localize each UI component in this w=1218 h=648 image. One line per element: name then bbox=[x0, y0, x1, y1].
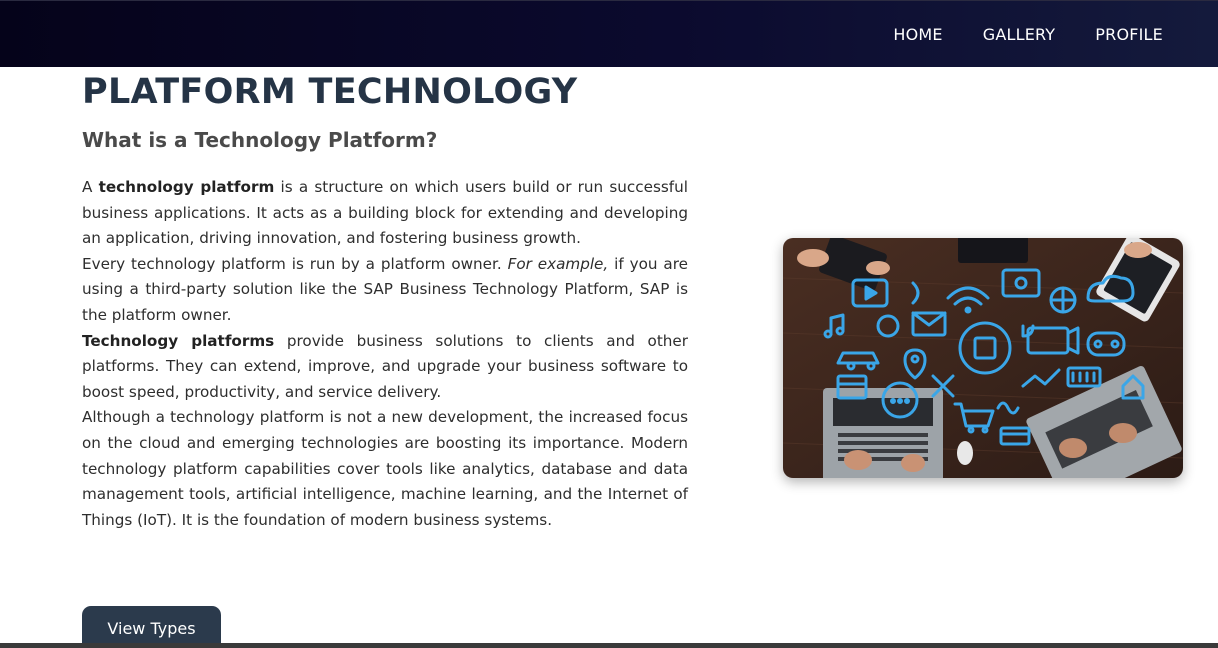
view-types-button[interactable]: View Types bbox=[82, 606, 221, 648]
paragraph-intro-lead: A bbox=[82, 178, 99, 196]
hero-image bbox=[783, 238, 1183, 478]
paragraph-solutions: Technology platforms provide business so… bbox=[82, 329, 688, 406]
top-navbar: HOME GALLERY PROFILE bbox=[0, 0, 1218, 67]
nav-links: HOME GALLERY PROFILE bbox=[893, 1, 1163, 68]
technology-illustration bbox=[783, 238, 1183, 478]
article-body: A technology platform is a structure on … bbox=[82, 175, 688, 533]
paragraph-intro: A technology platform is a structure on … bbox=[82, 175, 688, 252]
section-subtitle: What is a Technology Platform? bbox=[82, 128, 438, 152]
nav-gallery-link[interactable]: GALLERY bbox=[983, 25, 1056, 44]
paragraph-owner-em: For example, bbox=[507, 254, 609, 273]
paragraph-solutions-strong: Technology platforms bbox=[82, 331, 275, 350]
nav-home-link[interactable]: HOME bbox=[893, 25, 942, 44]
paragraph-importance: Although a technology platform is not a … bbox=[82, 408, 688, 529]
bottom-scroll-edge bbox=[0, 643, 1218, 648]
paragraph-owner-lead: Every technology platform is run by a pl… bbox=[82, 254, 508, 273]
paragraph-intro-strong: technology platform bbox=[98, 178, 275, 196]
paragraph-owner: Every technology platform is run by a pl… bbox=[82, 252, 688, 329]
nav-profile-link[interactable]: PROFILE bbox=[1095, 25, 1163, 44]
page-title: PLATFORM TECHNOLOGY bbox=[82, 72, 578, 112]
